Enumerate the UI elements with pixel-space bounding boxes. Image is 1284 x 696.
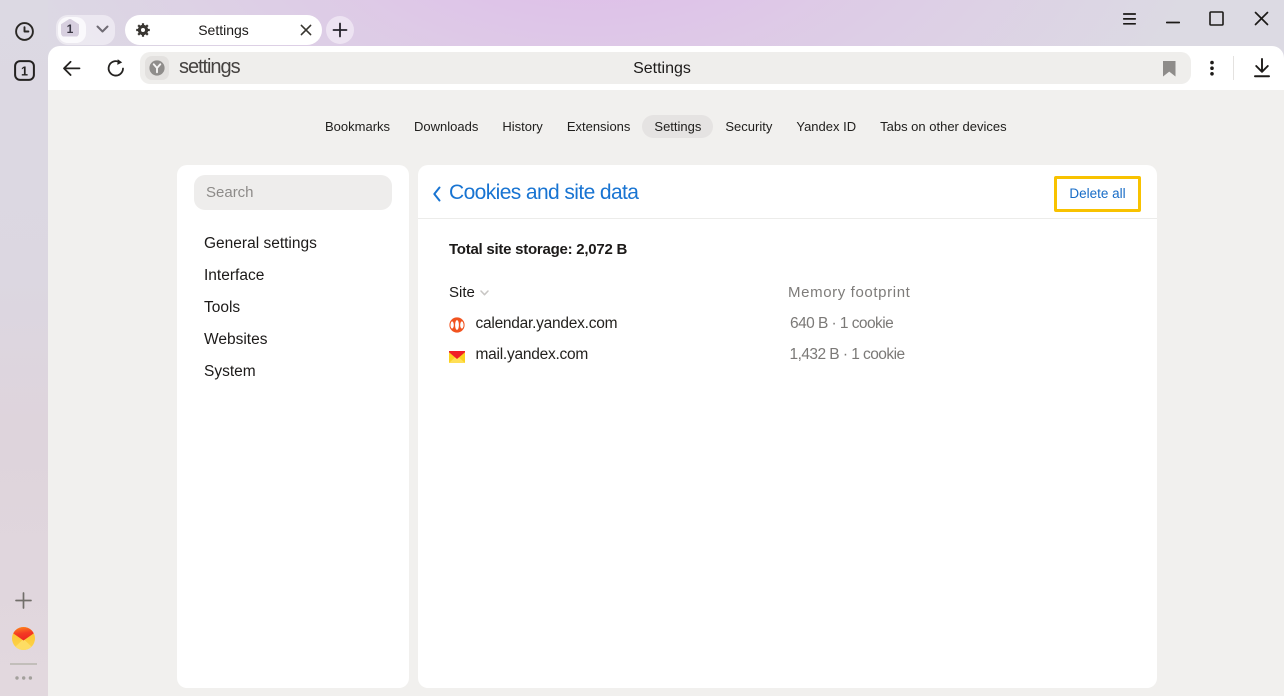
svg-text:1: 1: [21, 65, 28, 79]
